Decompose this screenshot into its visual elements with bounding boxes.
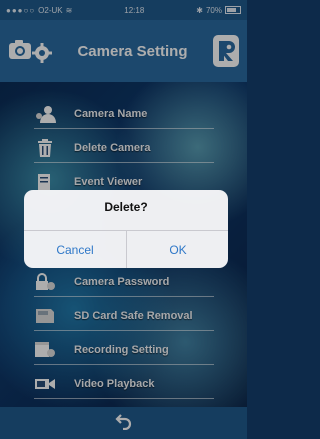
dialog-title: Delete? xyxy=(104,200,148,214)
cancel-button[interactable]: Cancel xyxy=(24,231,126,268)
delete-confirm-dialog: Delete? Cancel OK xyxy=(24,190,228,268)
ok-button[interactable]: OK xyxy=(127,231,228,268)
